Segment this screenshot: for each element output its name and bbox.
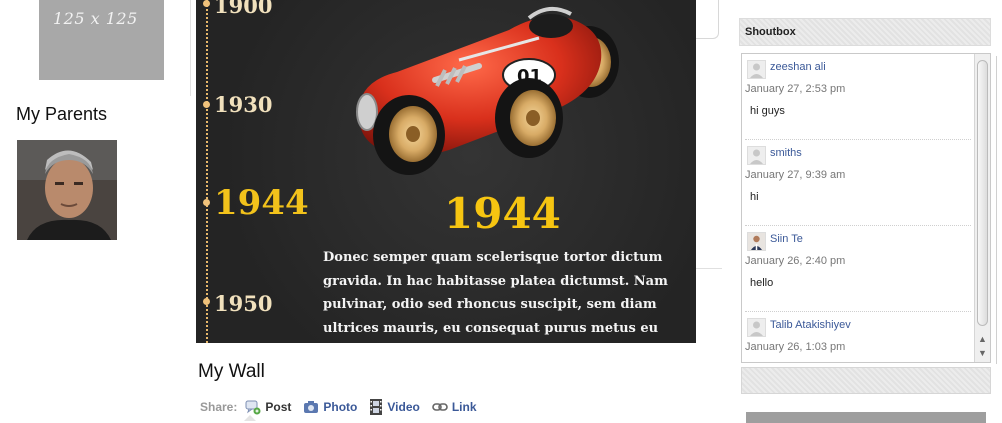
timeline-track [206,0,208,343]
ad-placeholder-125[interactable]: 125 x 125 [39,0,164,80]
shout-item: Siin Te January 26, 2:40 pm hello [745,226,971,312]
shout-item: zeeshan ali January 27, 2:53 pm hi guys [745,54,971,140]
wall-heading: My Wall [198,361,265,382]
share-photo-label: Photo [323,400,358,414]
shout-time: January 27, 9:39 am [745,169,846,181]
active-year-title: 1944 [444,189,561,238]
link-icon [432,403,448,411]
timeline-dot[interactable] [203,298,210,305]
timeline-year-1944[interactable]: 1944 [214,183,309,223]
shout-author[interactable]: Talib Atakishiyev [770,319,851,331]
share-post-label: Post [265,400,292,414]
post-icon [245,400,261,415]
shout-list: zeeshan ali January 27, 2:53 pm hi guys … [742,54,976,362]
share-video-button[interactable]: Video [369,399,420,415]
user-avatar[interactable] [747,232,766,251]
parents-heading: My Parents [16,104,108,124]
post-tab-caret [244,415,256,421]
race-car-image: 01 [356,6,619,175]
column-divider [996,56,997,364]
user-avatar[interactable] [747,318,766,337]
sidebar-widget-header [746,412,986,423]
shout-author[interactable]: Siin Te [770,233,803,245]
timeline-year-1900[interactable]: 1900 [214,0,272,18]
timeline-dot[interactable] [203,101,210,108]
shout-author[interactable]: zeeshan ali [770,61,826,73]
share-photo-button[interactable]: Photo [303,400,357,414]
shout-message: hi guys [750,105,785,117]
timeline-year-1930[interactable]: 1930 [214,92,272,117]
scrollbar-thumb[interactable] [977,60,988,326]
film-icon [370,399,383,415]
shout-message: hello [750,277,774,289]
share-post-button[interactable]: Post [245,399,291,415]
shout-item: Talib Atakishiyev January 26, 1:03 pm [745,312,971,362]
shoutbox-scrollbar[interactable]: ▲ ▼ [974,54,990,362]
content-frame-line [696,268,722,269]
timeline-year-1950[interactable]: 1950 [214,291,272,316]
share-link-button[interactable]: Link [432,400,477,414]
user-avatar[interactable] [747,146,766,165]
slide-description: Donec semper quam scelerisque tortor dic… [323,250,668,336]
ad-label: 125 x 125 [53,9,138,28]
share-link-label: Link [451,400,477,414]
shout-time: January 26, 2:40 pm [745,255,846,267]
shout-author[interactable]: smiths [770,147,802,159]
timeline-dot[interactable] [203,199,210,206]
shout-time: January 26, 1:03 pm [745,341,846,353]
share-video-label: Video [387,400,420,414]
share-bar: Share: Post Photo Video Link [200,398,489,416]
shoutbox-panel: zeeshan ali January 27, 2:53 pm hi guys … [741,53,991,363]
shout-time: January 27, 2:53 pm [745,83,846,95]
shoutbox-title: Shoutbox [745,26,796,38]
share-label: Share: [200,400,238,414]
shoutbox-input-bar[interactable] [741,367,991,394]
camera-icon [304,401,319,413]
timeline-slider[interactable]: 1900 1930 1944 1950 01 1944 Donec semper… [196,0,696,343]
content-frame-divider [190,0,191,96]
timeline-dot[interactable] [203,0,210,7]
shout-item: smiths January 27, 9:39 am hi [745,140,971,226]
scroll-down-arrow-icon[interactable]: ▼ [977,348,988,359]
parent-avatar[interactable] [17,140,117,240]
scroll-up-arrow-icon[interactable]: ▲ [977,334,988,345]
user-avatar[interactable] [747,60,766,79]
shout-message: hi [750,191,759,203]
shoutbox-header: Shoutbox [739,18,991,46]
